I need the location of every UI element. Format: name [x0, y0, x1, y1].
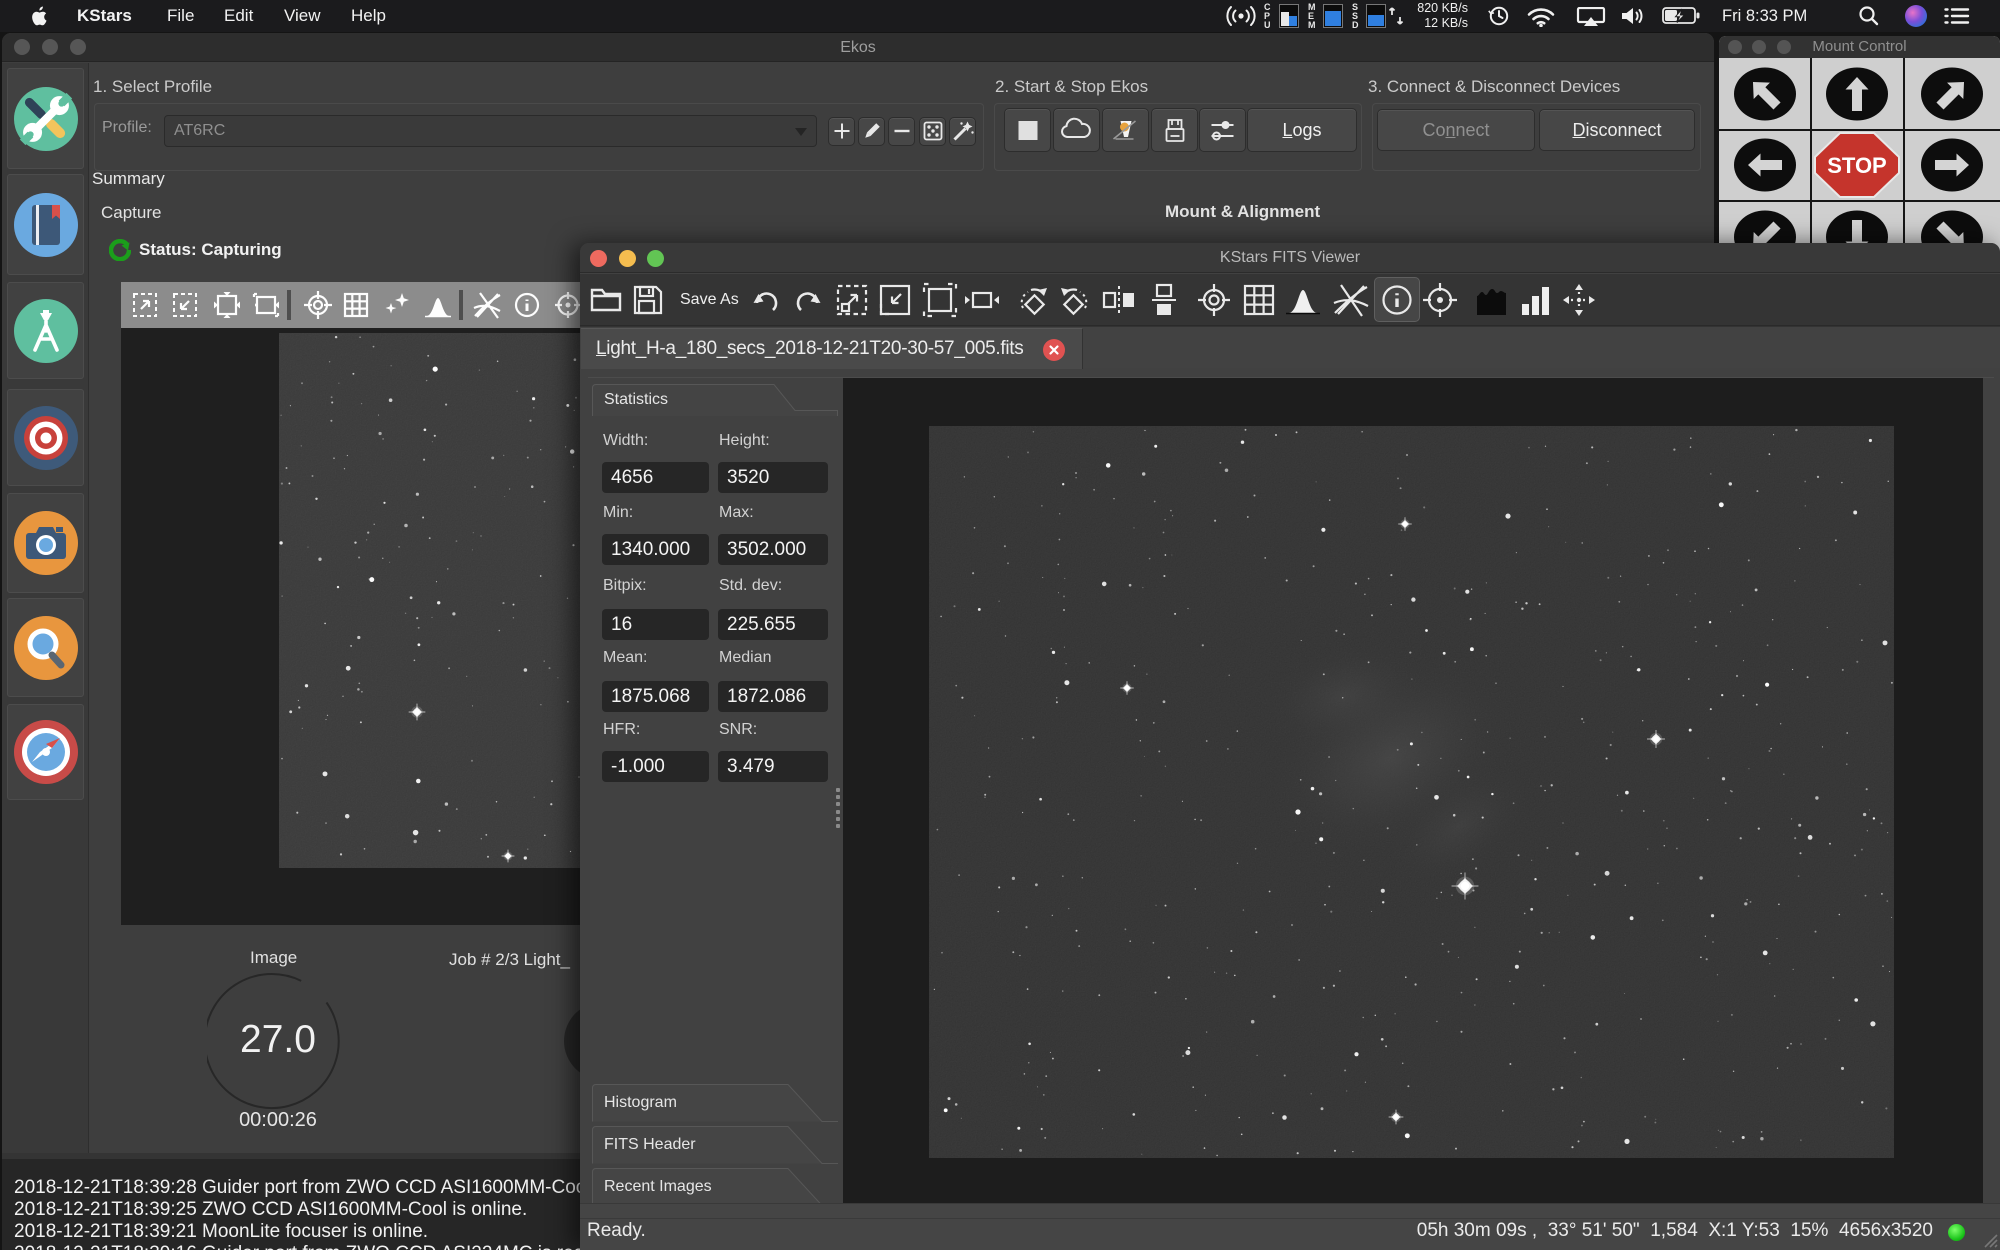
svg-text:STOP: STOP: [1827, 153, 1887, 178]
